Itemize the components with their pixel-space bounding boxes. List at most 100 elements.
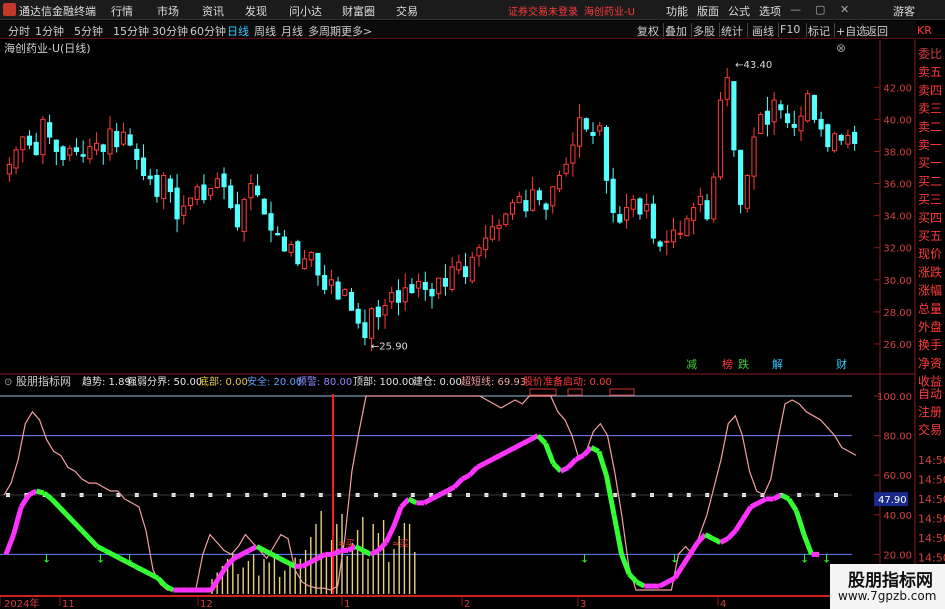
toolbar-btn-1[interactable]: 叠加 <box>665 23 687 39</box>
candle-body <box>328 279 334 286</box>
event-marker-1: 榜 <box>722 357 733 371</box>
app-title: 通达信金融终端 <box>19 5 96 18</box>
watermark: 股朋指标网 www.7gpzb.com <box>830 564 945 609</box>
trend-segment <box>278 556 289 565</box>
menu-wenxiaoda[interactable]: 问小达 <box>289 3 322 19</box>
price-tick: 34.00 <box>883 212 912 223</box>
period-tab-0[interactable]: 分时 <box>8 23 30 39</box>
side-top-label: KR <box>917 24 932 37</box>
candle-body <box>33 141 39 156</box>
guest-label[interactable]: 游客 <box>893 3 915 19</box>
indicator-value-7: 超短线: 69.93 <box>461 375 526 388</box>
close-panel-icon[interactable]: ⊗ <box>836 41 846 55</box>
menu-banmian[interactable]: 版面 <box>697 3 719 19</box>
candle-body <box>670 229 677 243</box>
trend-segment <box>704 532 714 541</box>
close-icon[interactable]: ✕ <box>840 3 849 16</box>
sell-arrow: ↓ <box>580 552 589 565</box>
period-tab-10[interactable]: 更多> <box>341 23 372 39</box>
period-tab-2[interactable]: 5分钟 <box>74 23 103 39</box>
candle-body <box>543 203 549 210</box>
candle-body <box>462 266 469 278</box>
indicator-menu-icon[interactable]: ⊙ <box>4 377 12 388</box>
candle-body <box>503 213 509 226</box>
candle-body <box>409 284 415 294</box>
toolbar-btn-2[interactable]: 多股 <box>693 23 715 39</box>
candle-body <box>261 198 267 215</box>
side-label-7: 买二 <box>918 174 942 188</box>
candle-body <box>127 134 133 146</box>
side-lower-1: 注册 <box>918 404 942 419</box>
period-tab-6[interactable]: 日线 <box>227 23 249 39</box>
trend-segment <box>559 465 570 474</box>
period-tab-1[interactable]: 1分钟 <box>35 23 64 39</box>
candle-body <box>348 291 355 311</box>
indicator-value-3: 安全: 20.00 <box>247 375 302 388</box>
menu-jiaoyi[interactable]: 交易 <box>396 3 418 19</box>
toolbar-btn-5[interactable]: F10 <box>780 23 800 36</box>
candle-body <box>194 186 200 200</box>
menu-shichang[interactable]: 市场 <box>157 3 179 19</box>
side-time-1: 14:50 <box>918 474 945 487</box>
candle-body <box>375 306 381 318</box>
candle-body <box>650 203 656 239</box>
restore-icon[interactable]: ▢ <box>815 3 825 16</box>
toolbar-btn-6[interactable]: 标记 <box>808 23 830 39</box>
side-time-4: 14:50 <box>918 532 945 545</box>
candle-body <box>852 131 858 144</box>
toolbar-btn-4[interactable]: 画线 <box>752 23 774 39</box>
minimize-icon[interactable]: — <box>790 3 801 16</box>
event-marker-3: 解 <box>772 357 783 371</box>
side-time-5: 14:50 <box>918 552 945 565</box>
toolbar-sep <box>778 23 779 37</box>
high-price-label: ←43.40 <box>735 60 772 71</box>
candle-body <box>248 183 254 199</box>
period-tab-4[interactable]: 30分钟 <box>152 23 188 39</box>
trend-segment <box>757 496 768 506</box>
trend-segment <box>514 441 524 450</box>
stock-link[interactable]: 海创药业-U <box>584 3 635 18</box>
candle-body <box>456 261 462 271</box>
indicator-tick: 60.00 <box>883 471 912 482</box>
trend-segment <box>111 552 122 561</box>
period-tab-3[interactable]: 15分钟 <box>113 23 149 39</box>
candle-body <box>577 117 583 147</box>
indicator-value-8: 股价准备启动: 0.00 <box>523 375 612 388</box>
period-tab-7[interactable]: 周线 <box>254 23 276 39</box>
menu-faxian[interactable]: 发现 <box>245 3 267 19</box>
candle-body <box>516 195 522 204</box>
period-toolbar: 分时 1分钟 5分钟 15分钟 30分钟 60分钟 日线 周线 月线 多周期 更多> 复权 叠加 多股 统计… <box>0 21 945 39</box>
chart-area[interactable]: 海创药业-U(日线) ⊗ ←43.40 ←25.90 减 榜跌 解 财 42.00 40.00… <box>0 20 945 609</box>
trend-segment <box>316 552 327 561</box>
side-time-2: 14:50 <box>918 493 945 506</box>
menu-gongneng[interactable]: 功能 <box>666 3 688 19</box>
candle-body <box>301 258 308 270</box>
trend-segment <box>164 583 175 593</box>
period-tab-9[interactable]: 多周期 <box>308 23 341 39</box>
menu-zixun[interactable]: 资讯 <box>202 3 224 19</box>
candle-body <box>120 131 126 145</box>
login-warning[interactable]: 证券交易未登录 <box>508 3 578 18</box>
candle-body <box>416 280 422 289</box>
toolbar-sep <box>806 23 807 37</box>
side-time-0: 14:50 <box>918 454 945 467</box>
toolbar-btn-0[interactable]: 复权 <box>637 23 659 39</box>
candle-body <box>764 110 771 125</box>
menu-caifuquan[interactable]: 财富圈 <box>342 3 375 19</box>
candle-body <box>295 241 301 265</box>
period-tab-8[interactable]: 月线 <box>281 23 303 39</box>
candle-body <box>47 122 53 138</box>
menu-xuanxiang[interactable]: 选项 <box>759 3 781 19</box>
menu-gongshi[interactable]: 公式 <box>728 3 750 19</box>
candle-body <box>704 200 710 220</box>
candle-body <box>87 146 93 160</box>
trend-segment <box>445 484 456 494</box>
toolbar-btn-8[interactable]: 返回 <box>866 23 888 39</box>
trend-segment <box>270 552 281 561</box>
price-tick: 26.00 <box>883 340 912 351</box>
candle-body <box>825 124 831 148</box>
period-tab-5[interactable]: 60分钟 <box>190 23 226 39</box>
candle-body <box>523 200 529 212</box>
toolbar-btn-3[interactable]: 统计 <box>721 23 743 39</box>
menu-hangqing[interactable]: 行情 <box>111 3 133 19</box>
